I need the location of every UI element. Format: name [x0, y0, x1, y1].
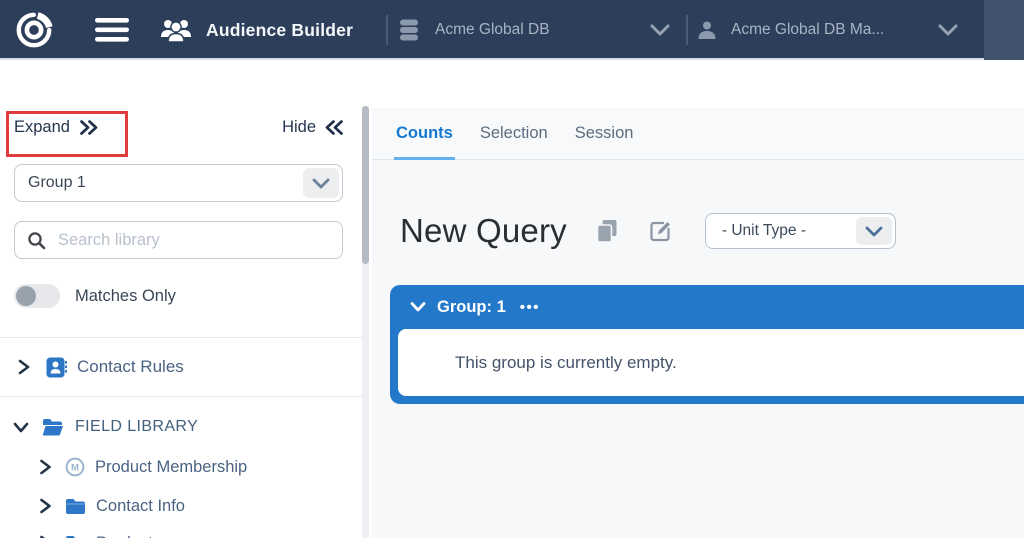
user-selector[interactable]: Acme Global DB Ma...	[696, 0, 958, 60]
header-divider	[686, 15, 688, 45]
toggle-knob	[16, 286, 36, 306]
unit-type-select[interactable]: - Unit Type -	[705, 213, 896, 249]
contact-rules-label: Contact Rules	[77, 357, 184, 377]
person-icon	[696, 19, 718, 41]
library-sidebar: Expand Hide Group 1	[0, 62, 362, 538]
database-icon	[398, 18, 420, 42]
sidebar-item-contact-rules[interactable]: Contact Rules	[17, 350, 184, 384]
copy-query-button[interactable]	[596, 219, 618, 243]
library-item-label: Products	[96, 534, 161, 538]
tab-selection[interactable]: Selection	[480, 108, 548, 160]
svg-text:M: M	[71, 463, 79, 474]
chevron-down-icon	[856, 217, 892, 245]
group-empty-message: This group is currently empty.	[398, 353, 677, 373]
chevron-down-icon	[303, 168, 339, 198]
people-group-icon	[160, 17, 192, 43]
group-header: Group: 1 •••	[390, 285, 1024, 329]
chevron-down-icon	[650, 24, 670, 36]
group-menu-ellipsis-icon[interactable]: •••	[520, 299, 540, 316]
database-selector-label: Acme Global DB	[435, 21, 550, 39]
hide-label: Hide	[282, 118, 316, 137]
folder-icon	[65, 498, 86, 515]
search-input[interactable]	[46, 231, 306, 250]
library-item-label: Product Membership	[95, 458, 247, 477]
double-chevron-left-icon	[325, 119, 344, 136]
folder-open-icon	[42, 418, 64, 436]
field-library-label: FIELD LIBRARY	[75, 418, 198, 436]
hide-button[interactable]: Hide	[282, 118, 344, 137]
tab-session[interactable]: Session	[575, 108, 634, 160]
query-builder-panel: Counts Selection Session New Query	[372, 108, 1024, 538]
query-title: New Query	[400, 212, 567, 250]
expand-button[interactable]: Expand	[14, 118, 98, 137]
chevron-right-icon[interactable]	[17, 359, 31, 375]
folder-icon	[65, 535, 86, 538]
database-selector[interactable]: Acme Global DB	[398, 0, 670, 60]
tab-bar: Counts Selection Session	[372, 108, 1024, 160]
sidebar-item-product-membership[interactable]: M Product Membership	[39, 452, 247, 482]
brand-logo-icon[interactable]	[12, 8, 56, 52]
matches-only-label: Matches Only	[75, 287, 176, 306]
query-title-row: New Query - Unit Type -	[400, 212, 896, 250]
chevron-down-icon[interactable]	[13, 421, 29, 434]
sidebar-item-products[interactable]: Products	[39, 528, 161, 538]
top-nav: Audience Builder Acme Global DB	[0, 0, 1024, 60]
contact-card-icon	[46, 357, 67, 378]
user-selector-label: Acme Global DB Ma...	[731, 21, 884, 39]
search-library-box	[14, 221, 343, 259]
header-right-button[interactable]	[984, 0, 1024, 60]
edit-pencil-icon	[649, 220, 672, 243]
m-circle-icon: M	[65, 457, 85, 477]
search-icon	[27, 231, 46, 250]
chevron-right-icon[interactable]	[39, 498, 52, 514]
library-item-label: Contact Info	[96, 497, 185, 516]
copy-icon	[596, 219, 618, 243]
header-divider	[386, 15, 388, 45]
group-select-value: Group 1	[15, 174, 86, 192]
divider	[0, 396, 362, 397]
menu-icon[interactable]	[90, 14, 134, 46]
unit-type-value: - Unit Type -	[706, 222, 806, 240]
double-chevron-right-icon	[79, 119, 98, 136]
query-group-card: Group: 1 ••• This group is currently emp…	[390, 285, 1024, 404]
edit-query-button[interactable]	[649, 220, 672, 243]
group-empty-box: This group is currently empty.	[398, 329, 1024, 396]
sidebar-item-contact-info[interactable]: Contact Info	[39, 491, 185, 521]
chevron-down-icon	[938, 24, 958, 36]
chevron-right-icon[interactable]	[39, 459, 52, 475]
app-chip: Audience Builder	[160, 0, 353, 60]
toggle-track	[14, 284, 60, 308]
sidebar-scrollbar-thumb[interactable]	[362, 106, 369, 264]
group-title: Group: 1	[437, 298, 506, 317]
audience-builder-app: Audience Builder Acme Global DB	[0, 0, 1024, 538]
divider	[0, 337, 362, 338]
collapse-group-chevron-icon[interactable]	[410, 301, 426, 313]
app-title: Audience Builder	[206, 20, 353, 41]
sidebar-item-field-library[interactable]: FIELD LIBRARY	[13, 412, 198, 442]
expand-label: Expand	[14, 118, 70, 137]
group-select[interactable]: Group 1	[14, 164, 343, 202]
matches-only-toggle[interactable]: Matches Only	[14, 284, 176, 308]
tab-counts[interactable]: Counts	[396, 108, 453, 160]
